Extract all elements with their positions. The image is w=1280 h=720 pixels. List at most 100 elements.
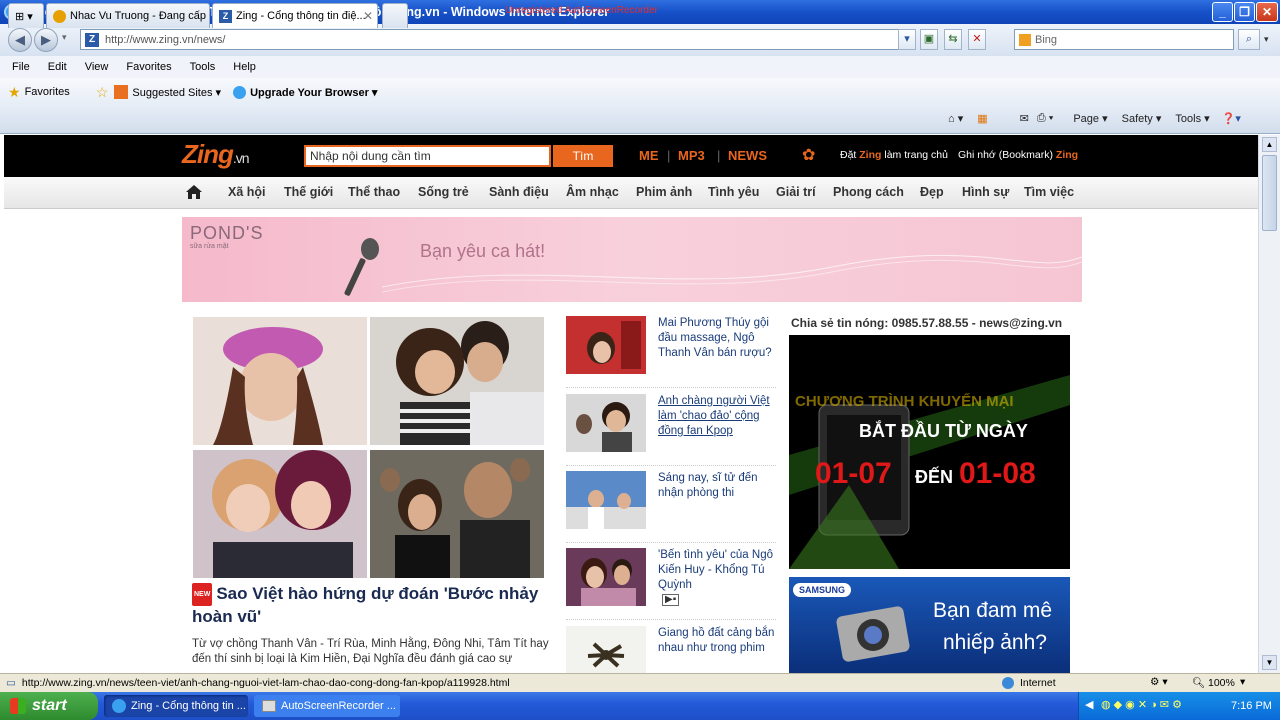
cat-phim-anh[interactable]: Phim ảnh <box>636 185 692 199</box>
news-item[interactable]: 'Bến tình yêu' của Ngô Kiến Huy - Khổng … <box>566 548 776 620</box>
cat-giai-tri[interactable]: Giải trí <box>776 185 816 199</box>
clock: 7:16 PM <box>1231 700 1272 712</box>
taskbar-item-recorder[interactable]: AutoScreenRecorder ... <box>254 695 400 717</box>
set-homepage-link[interactable]: Đặt Zing làm trang chủ <box>840 149 948 161</box>
protected-mode-icon[interactable]: ⚙ ▾ <box>1150 676 1168 688</box>
refresh-icon[interactable]: ⇆ <box>944 29 962 50</box>
cat-sanh-dieu[interactable]: Sành điệu <box>489 185 549 199</box>
scroll-down-icon[interactable]: ▼ <box>1262 655 1277 670</box>
cat-tinh-yeu[interactable]: Tình yêu <box>708 185 759 199</box>
zoom-icon[interactable]: 🔍︎ <box>1192 676 1205 689</box>
link-me[interactable]: ME <box>639 148 659 163</box>
add-favorites-icon[interactable]: ☆ <box>96 84 109 101</box>
zing-search-button[interactable]: Tìm <box>553 145 613 167</box>
menu-favorites[interactable]: Favorites <box>126 61 171 73</box>
zing-search-input[interactable]: Nhập nội dung cần tìm <box>304 145 551 167</box>
address-dropdown-button[interactable]: ▾ <box>898 29 916 50</box>
zing-header: Zing.vn Nhập nội dung cần tìm Tìm ME | M… <box>4 135 1258 177</box>
link-mp3[interactable]: MP3 <box>678 148 705 163</box>
search-icon[interactable]: ⌕ <box>1238 29 1260 50</box>
menu-edit[interactable]: Edit <box>48 61 67 73</box>
cat-am-nhac[interactable]: Âm nhạc <box>566 185 619 199</box>
taskbar-item-zing[interactable]: Zing - Cổng thông tin ... <box>104 695 248 717</box>
safety-menu[interactable]: Safety ▾ <box>1122 112 1162 125</box>
tab-label: Zing - Cổng thông tin điệ... <box>236 10 366 22</box>
feeds-icon[interactable]: ▦ <box>977 112 987 125</box>
page-menu[interactable]: Page ▾ <box>1073 112 1107 125</box>
zoom-level[interactable]: 100% <box>1208 677 1235 689</box>
zoom-dropdown-icon[interactable]: ▾ <box>1240 676 1245 688</box>
promo-ad[interactable]: CHƯƠNG TRÌNH KHUYẾN MẠI BẮT ĐẦU TỪ NGÀY … <box>789 335 1070 569</box>
upgrade-browser-link[interactable]: Upgrade Your Browser ▾ <box>250 86 377 99</box>
menu-help[interactable]: Help <box>233 61 256 73</box>
tray-app-icons[interactable]: ◍ ◆ ◉ ✕ ◑ ✉ ⚙ <box>1101 698 1182 711</box>
close-tab-icon[interactable]: ✕ <box>363 9 373 23</box>
search-input[interactable]: Bing <box>1014 29 1234 50</box>
cat-xa-hoi[interactable]: Xã hội <box>228 185 266 199</box>
tray-expand-icon[interactable]: ◀ <box>1085 698 1093 711</box>
compatibility-view-icon[interactable]: ▣ <box>920 29 938 50</box>
zing-logo-text: Zing <box>182 139 234 169</box>
minimize-button[interactable]: _ <box>1212 2 1233 22</box>
help-icon[interactable]: ❓▾ <box>1222 112 1241 125</box>
forward-button[interactable]: ▶ <box>34 28 58 52</box>
menu-file[interactable]: File <box>12 61 30 73</box>
quick-tabs-button[interactable]: ⊞ ▾ <box>8 3 44 28</box>
windows-logo-icon <box>10 698 26 714</box>
flower-icon: ✿ <box>802 147 816 164</box>
photo-couple[interactable] <box>370 317 544 445</box>
promo-to-word: ĐẾN <box>915 467 954 487</box>
read-mail-icon[interactable]: ✉ <box>1020 112 1029 125</box>
cat-hinh-su[interactable]: Hình sự <box>962 185 1009 199</box>
menu-tools[interactable]: Tools <box>190 61 216 73</box>
cat-phong-cach[interactable]: Phong cách <box>833 185 904 199</box>
link-news[interactable]: NEWS <box>728 148 767 163</box>
stop-icon[interactable]: ✕ <box>968 29 986 50</box>
news-thumbnail <box>566 394 646 452</box>
tab-zing[interactable]: Z Zing - Cổng thông tin điệ... ✕ <box>212 3 378 28</box>
cat-the-gioi[interactable]: Thế giới <box>284 185 333 199</box>
maximize-button[interactable]: ❐ <box>1234 2 1255 22</box>
vertical-scrollbar[interactable]: ▲ ▼ <box>1258 135 1280 673</box>
photo-group[interactable] <box>370 450 544 578</box>
scroll-thumb[interactable] <box>1262 155 1277 231</box>
main-story-headline[interactable]: NEW Sao Việt hào hứng dự đoán 'Bước nhảy … <box>192 583 552 627</box>
cat-tim-viec[interactable]: Tìm việc <box>1024 185 1074 199</box>
ponds-ad-banner[interactable]: POND'S sữa rửa mặt Bạn yêu ca hát! <box>182 217 1082 302</box>
separator: | <box>667 148 671 163</box>
photo-two-girls[interactable] <box>193 450 367 578</box>
taskbar-item-label: Zing - Cổng thông tin ... <box>131 700 246 712</box>
close-button[interactable]: ✕ <box>1256 2 1278 22</box>
photo-girl-pink-hat[interactable] <box>193 317 367 445</box>
bookmark-brand: Zing <box>1055 149 1079 161</box>
recent-pages-dropdown-icon[interactable]: ▾ <box>62 32 67 43</box>
samsung-logo: SAMSUNG <box>793 583 852 597</box>
news-item[interactable]: Anh chàng người Việt làm 'chao đảo' cộng… <box>566 394 776 466</box>
bookmark-link[interactable]: Ghi nhớ (Bookmark) Zing <box>958 149 1078 161</box>
home-icon[interactable] <box>186 185 202 199</box>
scroll-up-icon[interactable]: ▲ <box>1262 137 1277 152</box>
promo-title: CHƯƠNG TRÌNH KHUYẾN MẠI <box>795 393 1014 410</box>
zing-logo[interactable]: Zing.vn <box>182 139 250 170</box>
cat-dep[interactable]: Đẹp <box>920 185 944 199</box>
search-options-icon[interactable]: ▾ <box>1264 34 1269 45</box>
samsung-ad[interactable]: SAMSUNG Bạn đam mê nhiếp ảnh? <box>789 577 1070 673</box>
address-bar[interactable]: Z http://www.zing.vn/news/ <box>80 29 916 50</box>
news-item[interactable]: Sáng nay, sĩ tử đến nhận phòng thi <box>566 471 776 543</box>
home-icon[interactable]: ⌂ ▾ <box>948 112 963 125</box>
suggested-sites-link[interactable]: Suggested Sites ▾ <box>132 86 221 99</box>
back-button[interactable]: ◀ <box>8 28 32 52</box>
print-icon[interactable]: ⎙ ▾ <box>1037 112 1053 125</box>
news-item[interactable]: Giang hồ đất cảng bắn nhau như trong phi… <box>566 626 776 673</box>
cat-the-thao[interactable]: Thể thao <box>348 185 400 199</box>
news-thumbnail <box>566 316 646 374</box>
menu-view[interactable]: View <box>85 61 109 73</box>
start-button[interactable]: start <box>0 692 98 720</box>
suggested-sites-icon <box>114 85 129 99</box>
favorites-button[interactable]: Favorites <box>25 86 70 98</box>
news-item[interactable]: Mai Phương Thúy gội đầu massage, Ngô Tha… <box>566 316 776 388</box>
tools-menu[interactable]: Tools ▾ <box>1175 112 1209 125</box>
tab-nhac-vu-truong[interactable]: Nhac Vu Truong - Đang cấp ... <box>46 3 210 28</box>
new-tab-button[interactable] <box>382 3 408 28</box>
cat-song-tre[interactable]: Sống trẻ <box>418 185 469 199</box>
